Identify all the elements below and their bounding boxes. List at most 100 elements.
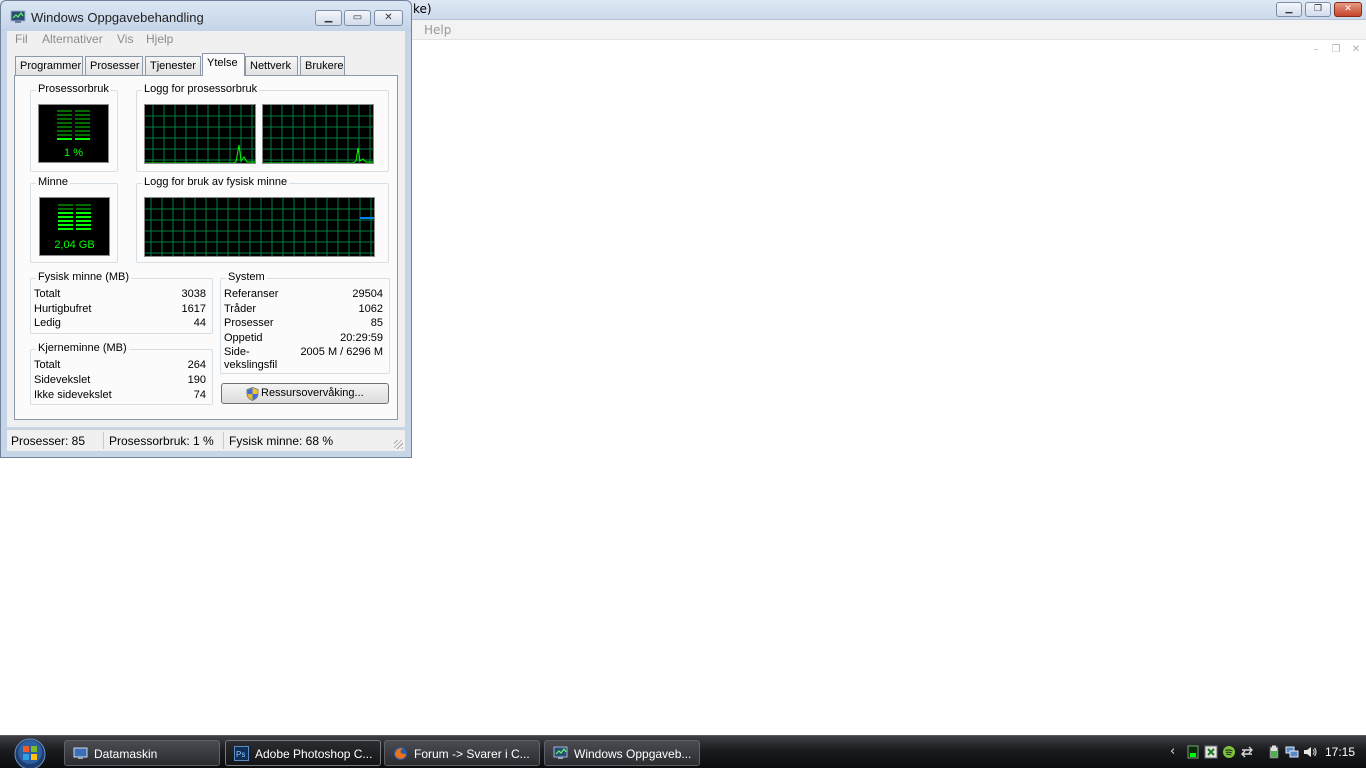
task-manager-icon (10, 10, 26, 23)
background-title: ke) (413, 2, 432, 16)
tab-nettverk[interactable]: Nettverk (245, 56, 298, 75)
system-title: System (226, 271, 267, 283)
menu-alternativer[interactable]: Alternativer (42, 32, 103, 46)
stat-value: 264 (187, 359, 206, 371)
spotify-tray-icon[interactable] (1222, 745, 1236, 759)
menu-vis[interactable]: Vis (117, 32, 133, 46)
cpu-meter-tray-icon[interactable] (1186, 745, 1200, 759)
stat-label: Prosesser (224, 317, 274, 329)
task-manager-body: Programmer Prosesser Tjenester Ytelse Ne… (7, 48, 405, 427)
firefox-icon (394, 747, 407, 760)
cpu-history-group: Logg for prosessorbruk (136, 83, 389, 172)
kernel-memory-row: Ikke sidevekslet 74 (31, 389, 212, 404)
physical-memory-title: Fysisk minne (MB) (36, 271, 132, 283)
tab-ytelse[interactable]: Ytelse (202, 53, 245, 76)
shield-icon (246, 387, 259, 401)
start-button[interactable] (9, 737, 51, 768)
close-button[interactable]: ✕ (374, 10, 403, 26)
physical-memory-row: Hurtigbufret 1617 (31, 303, 212, 318)
photoshop-icon: Ps (234, 746, 249, 761)
memory-history-title: Logg for bruk av fysisk minne (142, 176, 290, 188)
cpu-history-graph-core2 (262, 104, 374, 164)
show-hidden-icons-chevron-icon[interactable]: ‹ (1170, 744, 1175, 759)
pagefile-label-line2: vekslingsfil (224, 359, 278, 371)
window-title: Windows Oppgavebehandling (31, 10, 204, 25)
system-row-pagefile-cont: vekslingsfil (221, 359, 389, 374)
background-restore-button[interactable]: ❐ (1305, 2, 1331, 17)
taskbar-button-photoshop[interactable]: Ps Adobe Photoshop C... (225, 740, 381, 766)
menu-hjelp[interactable]: Hjelp (146, 32, 173, 46)
pagefile-value: 2005 M / 6296 M (300, 346, 383, 358)
mdi-minimize-icon[interactable]: – (1308, 44, 1324, 56)
system-row: Oppetid 20:29:59 (221, 332, 389, 347)
stat-value: 85 (370, 317, 383, 329)
mdi-restore-icon[interactable]: ❐ (1328, 44, 1344, 56)
cpu-meter-bars (57, 110, 90, 140)
kernel-memory-group: Kjerneminne (MB) Totalt 264 Sidevekslet … (30, 342, 213, 405)
tab-prosesser[interactable]: Prosesser (85, 56, 143, 75)
background-menu-help[interactable]: Help (424, 23, 451, 37)
stat-value: 20:29:59 (340, 332, 383, 344)
resource-monitor-button[interactable]: Ressursovervåking... (221, 383, 389, 404)
status-processes: Prosesser: 85 (11, 434, 86, 448)
stat-label: Totalt (34, 359, 61, 371)
kernel-memory-row: Totalt 264 (31, 359, 212, 374)
stat-value: 44 (193, 317, 206, 329)
task-manager-titlebar[interactable]: Windows Oppgavebehandling ▁ ▭ ✕ (1, 1, 411, 31)
memory-title: Minne (36, 176, 70, 188)
maximize-button[interactable]: ▭ (344, 10, 371, 26)
tab-programmer[interactable]: Programmer (15, 56, 83, 75)
taskbar-button-label: Forum -> Svarer i C... (414, 747, 530, 761)
network-tray-icon[interactable] (1285, 745, 1299, 759)
background-close-button[interactable]: ✕ (1334, 2, 1362, 17)
power-tray-icon[interactable] (1267, 745, 1281, 759)
status-memory: Fysisk minne: 68 % (229, 434, 334, 448)
stat-value: 1617 (181, 303, 206, 315)
tab-tjenester[interactable]: Tjenester (145, 56, 201, 75)
taskbar-button-task-manager[interactable]: Windows Oppgaveb... (544, 740, 700, 766)
memory-history-graph (144, 197, 375, 257)
menu-fil[interactable]: Fil (15, 32, 28, 46)
kernel-memory-title: Kjerneminne (MB) (36, 342, 129, 354)
status-divider (103, 432, 104, 449)
memory-meter-bars (58, 204, 91, 230)
menubar: Fil Alternativer Vis Hjelp (7, 31, 405, 48)
svg-text:Ps: Ps (236, 750, 245, 759)
background-minimize-button[interactable]: ▁ (1276, 2, 1302, 17)
taskbar-button-firefox[interactable]: Forum -> Svarer i C... (384, 740, 540, 766)
cpu-meter: 1 % (38, 104, 109, 163)
memory-group: Minne 2,04 GB (30, 176, 118, 263)
mdi-close-icon[interactable]: ✕ (1348, 44, 1364, 56)
pagefile-label-line1: Side- (224, 346, 250, 358)
taskbar-button-datamaskin[interactable]: Datamaskin (64, 740, 220, 766)
volume-tray-icon[interactable] (1303, 745, 1317, 759)
memory-value: 2,04 GB (54, 239, 95, 251)
sync-tray-icon[interactable] (1240, 745, 1254, 759)
task-manager-window: Windows Oppgavebehandling ▁ ▭ ✕ Fil Alte… (0, 0, 412, 458)
taskbar-button-label: Adobe Photoshop C... (255, 747, 373, 761)
status-cpu: Prosessorbruk: 1 % (109, 434, 214, 448)
memory-meter: 2,04 GB (39, 197, 110, 256)
kernel-memory-row: Sidevekslet 190 (31, 374, 212, 389)
stat-value: 3038 (181, 288, 206, 300)
stat-value: 1062 (358, 303, 383, 315)
resize-grip[interactable] (394, 440, 403, 449)
cpu-history-title: Logg for prosessorbruk (142, 83, 260, 95)
clock[interactable]: 17:15 (1325, 745, 1355, 759)
stat-label: Ikke sidevekslet (34, 389, 112, 401)
stat-value: 74 (193, 389, 206, 401)
cpu-usage-title: Prosessorbruk (36, 83, 111, 95)
system-row: Tråder 1062 (221, 303, 389, 318)
cpu-usage-group: Prosessorbruk 1 % (30, 83, 118, 172)
x-app-tray-icon[interactable] (1204, 745, 1218, 759)
system-row: Prosesser 85 (221, 317, 389, 332)
minimize-button[interactable]: ▁ (315, 10, 342, 26)
task-manager-icon (553, 746, 568, 759)
computer-icon (73, 747, 88, 759)
stat-label: Totalt (34, 288, 61, 300)
tab-brukere[interactable]: Brukere (300, 56, 345, 75)
system-row: Referanser 29504 (221, 288, 389, 303)
status-divider (223, 432, 224, 449)
physical-memory-row: Totalt 3038 (31, 288, 212, 303)
stat-label: Oppetid (224, 332, 263, 344)
